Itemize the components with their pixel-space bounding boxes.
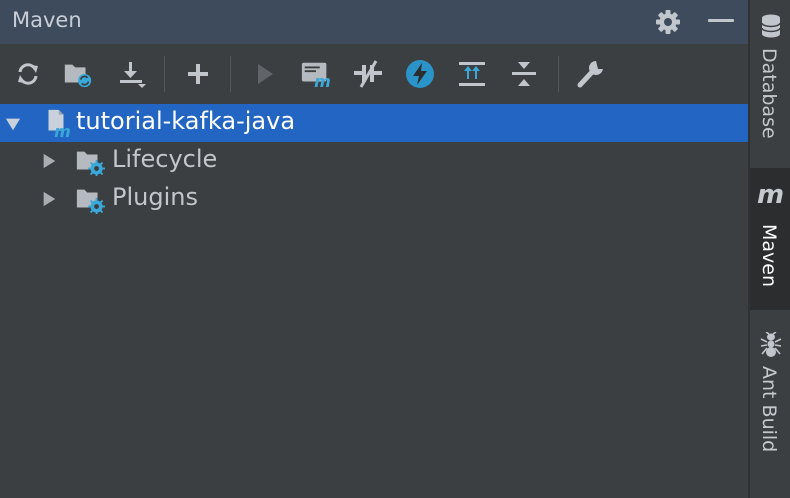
download-button[interactable] <box>116 58 148 90</box>
lightning-icon <box>406 60 434 88</box>
side-tab-label: Database <box>758 48 780 139</box>
svg-text:m: m <box>54 122 71 138</box>
show-dependencies-button[interactable] <box>456 58 488 90</box>
toolbar-separator <box>558 56 559 92</box>
collapse-icon <box>512 62 536 86</box>
side-tab-maven[interactable]: m Maven <box>750 168 790 310</box>
run-button[interactable] <box>248 58 280 90</box>
settings-button[interactable] <box>574 58 606 90</box>
toolbar-separator <box>230 56 231 92</box>
execute-goal-button[interactable]: m <box>300 58 332 90</box>
maven-toolbar: m <box>0 46 748 102</box>
folder-refresh-icon <box>64 64 92 88</box>
offline-icon <box>354 60 382 88</box>
tree-item-label: Plugins <box>112 183 198 211</box>
ant-icon <box>760 332 782 357</box>
play-icon <box>258 64 273 84</box>
maven-goal-icon: m <box>301 62 331 90</box>
right-tool-window-bar: Database m Maven Ant Build <box>748 0 790 498</box>
refresh-icon <box>18 63 38 85</box>
side-tab-ant-build[interactable]: Ant Build <box>750 318 790 468</box>
reimport-all-button[interactable] <box>12 58 44 90</box>
folder-gear-icon <box>76 189 105 214</box>
chevron-down-icon[interactable] <box>5 116 21 132</box>
maven-m-icon: m <box>757 180 785 210</box>
tree-row-lifecycle[interactable]: Lifecycle <box>0 142 748 180</box>
tree-root-label: tutorial-kafka-java <box>76 107 296 135</box>
dependencies-icon <box>459 62 485 86</box>
generate-sources-button[interactable] <box>62 58 94 90</box>
collapse-all-button[interactable] <box>508 58 540 90</box>
minimize-icon[interactable] <box>708 19 734 22</box>
download-icon <box>120 62 146 88</box>
folder-gear-icon <box>76 151 105 176</box>
toolbar-separator <box>164 56 165 92</box>
database-icon <box>761 14 781 38</box>
chevron-right-icon[interactable] <box>41 191 57 207</box>
gear-icon[interactable] <box>654 8 682 36</box>
tree-root-row[interactable]: m tutorial-kafka-java <box>0 104 748 142</box>
tool-window-title: Maven <box>12 8 82 32</box>
side-tab-label: Maven <box>758 224 780 288</box>
toggle-offline-button[interactable] <box>352 58 384 90</box>
chevron-right-icon[interactable] <box>41 153 57 169</box>
tree-row-plugins[interactable]: Plugins <box>0 180 748 218</box>
wrench-icon <box>577 61 604 88</box>
maven-project-icon: m <box>48 109 71 138</box>
add-project-button[interactable] <box>182 58 214 90</box>
side-tab-database[interactable]: Database <box>750 0 790 160</box>
plus-icon <box>188 64 208 84</box>
skip-tests-button[interactable] <box>404 58 436 90</box>
maven-tool-window: Maven m m tutorial-kafka-java Lifecycle … <box>0 0 748 498</box>
maven-project-tree: m tutorial-kafka-java Lifecycle Plugins <box>0 104 748 498</box>
tree-item-label: Lifecycle <box>112 145 218 173</box>
svg-text:m: m <box>314 72 331 90</box>
side-tab-label: Ant Build <box>758 366 780 453</box>
tool-window-header: Maven <box>0 0 748 44</box>
